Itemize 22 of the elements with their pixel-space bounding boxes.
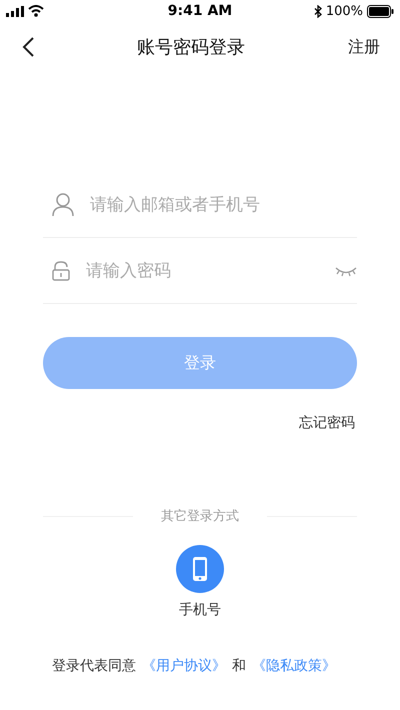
section-heading: 其它登录方式 <box>161 508 239 525</box>
register-link[interactable]: 注册 <box>348 36 380 58</box>
battery-percent: 100% <box>326 4 363 18</box>
status-time: 9:41 AM <box>168 3 232 19</box>
agreement-link[interactable]: 《隐私政策》 <box>252 657 336 675</box>
agreement-link[interactable]: 《用户协议》 <box>142 657 226 675</box>
closed-eye-icon[interactable] <box>335 264 357 276</box>
battery-icon <box>367 4 394 18</box>
phone-icon[interactable] <box>176 545 224 593</box>
bluetooth-icon <box>314 4 322 18</box>
person-icon <box>52 192 74 216</box>
login-method-label: 手机号 <box>179 601 221 619</box>
back-icon[interactable] <box>22 37 34 57</box>
wifi-icon <box>28 5 44 17</box>
page-title: 账号密码登录 <box>137 36 245 59</box>
input-field[interactable]: 请输入邮箱或者手机号 <box>88 194 357 216</box>
signal-icon <box>6 6 24 16</box>
forgot-password-link[interactable]: 忘记密码 <box>299 414 355 432</box>
input-field[interactable]: 请输入密码 <box>84 260 321 282</box>
agreement-text: 登录代表同意 <box>52 657 136 675</box>
agreement-text: 和 <box>232 657 246 675</box>
lock-icon <box>52 260 70 280</box>
